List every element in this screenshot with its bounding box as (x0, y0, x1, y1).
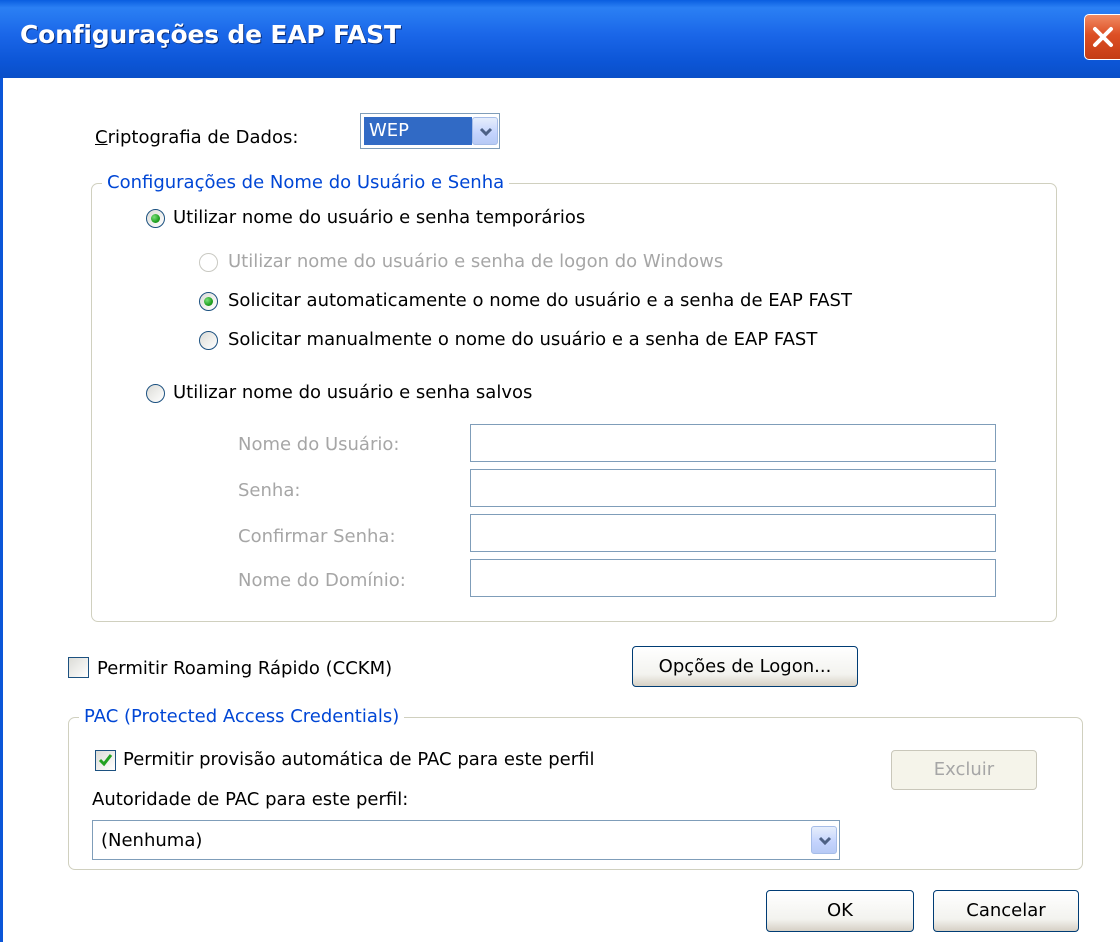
password-field[interactable] (470, 469, 996, 507)
password-label: Senha: (238, 480, 301, 501)
radio-auto-prompt[interactable] (199, 292, 218, 311)
radio-temp-credentials[interactable] (146, 209, 165, 228)
saved-credentials-label: Utilizar nome do usuário e senha salvos (173, 382, 533, 403)
pac-authority-label: Autoridade de PAC para este perfil: (92, 789, 409, 810)
radio-windows-logon[interactable] (199, 253, 218, 272)
windows-logon-label: Utilizar nome do usuário e senha de logo… (228, 251, 724, 272)
credentials-group-legend: Configurações de Nome do Usuário e Senha (102, 172, 510, 193)
temp-credentials-label: Utilizar nome do usuário e senha temporá… (173, 207, 586, 228)
encryption-dropdown-button[interactable] (472, 117, 498, 145)
username-field[interactable] (470, 424, 996, 462)
auto-provision-checkbox[interactable] (95, 750, 116, 771)
logon-options-button[interactable]: Opções de Logon... (632, 646, 858, 687)
radio-saved-credentials[interactable] (146, 384, 165, 403)
manual-prompt-label: Solicitar manualmente o nome do usuário … (228, 329, 818, 350)
window-title: Configurações de EAP FAST (20, 20, 401, 49)
chevron-down-icon (818, 836, 832, 846)
ok-button[interactable]: OK (766, 890, 914, 932)
encryption-value: WEP (369, 120, 410, 141)
username-label: Nome do Usuário: (238, 434, 400, 455)
chevron-down-icon (479, 127, 493, 137)
encryption-label: Criptografia de Dados: (95, 127, 299, 148)
domain-label: Nome do Domínio: (238, 570, 406, 591)
pac-group-legend: PAC (Protected Access Credentials) (79, 706, 405, 727)
window-frame (0, 78, 3, 942)
auto-prompt-label: Solicitar automaticamente o nome do usuá… (228, 290, 852, 311)
pac-authority-value: (Nenhuma) (101, 830, 203, 851)
encryption-select[interactable]: WEP (360, 113, 500, 149)
confirm-password-field[interactable] (470, 514, 996, 552)
pac-authority-select[interactable]: (Nenhuma) (92, 820, 840, 860)
domain-field[interactable] (470, 559, 996, 597)
fast-roaming-checkbox[interactable] (68, 657, 89, 678)
radio-selected-dot (204, 297, 213, 306)
checkmark-icon (98, 754, 113, 767)
delete-button[interactable]: Excluir (891, 750, 1037, 790)
pac-authority-dropdown-button[interactable] (811, 826, 837, 854)
confirm-password-label: Confirmar Senha: (238, 526, 396, 547)
radio-selected-dot (151, 214, 160, 223)
cancel-button[interactable]: Cancelar (933, 890, 1079, 932)
radio-manual-prompt[interactable] (199, 331, 218, 350)
auto-provision-label: Permitir provisão automática de PAC para… (123, 749, 595, 770)
close-icon (1093, 27, 1113, 47)
fast-roaming-label: Permitir Roaming Rápido (CCKM) (97, 658, 393, 679)
close-button[interactable] (1084, 14, 1120, 60)
